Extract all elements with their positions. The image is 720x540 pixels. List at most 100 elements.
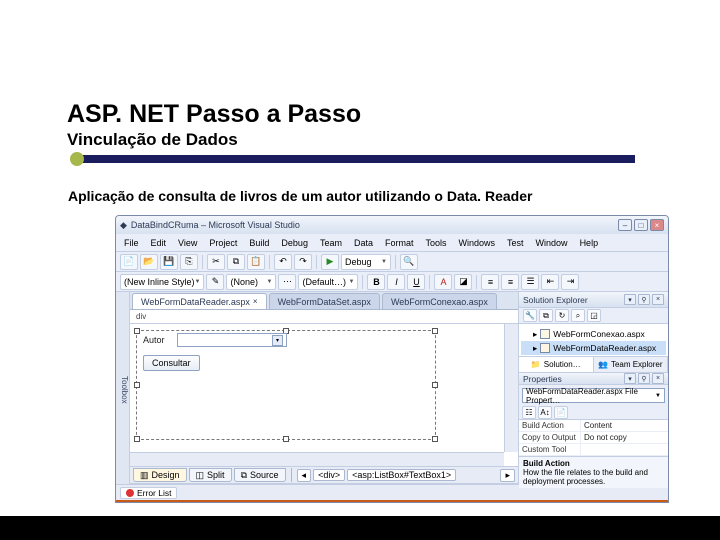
rule-options-icon[interactable]: ⋯ — [278, 274, 296, 290]
menu-windows[interactable]: Windows — [455, 237, 500, 249]
resize-handle[interactable] — [134, 328, 140, 334]
tree-node[interactable]: ▸ WebFormConexao.aspx — [521, 327, 666, 341]
view-code-icon[interactable]: ⌕ — [571, 309, 585, 322]
font-color-icon[interactable]: A — [434, 274, 452, 290]
menu-window[interactable]: Window — [532, 237, 572, 249]
menu-team[interactable]: Team — [316, 237, 346, 249]
categorized-icon[interactable]: ☷ — [522, 406, 536, 419]
pin-icon[interactable]: ⚲ — [638, 294, 650, 305]
resize-handle[interactable] — [432, 382, 438, 388]
solution-tab[interactable]: 📁 Solution… — [519, 357, 594, 372]
undo-icon[interactable]: ↶ — [274, 254, 292, 270]
menu-view[interactable]: View — [174, 237, 201, 249]
underline-icon[interactable]: U — [407, 274, 425, 290]
breadcrumb-chevron[interactable]: ◂ — [297, 469, 312, 482]
save-icon[interactable]: 💾 — [160, 254, 178, 270]
menu-data[interactable]: Data — [350, 237, 377, 249]
style-dropdown[interactable]: (New Inline Style) ▼ — [120, 274, 204, 290]
tag-path-item[interactable]: <asp:ListBox#TextBox1> — [347, 469, 456, 481]
view-tab-design[interactable]: ▥ Design — [133, 468, 187, 482]
align-left-icon[interactable]: ≡ — [481, 274, 499, 290]
expand-icon[interactable]: ▸ — [533, 343, 537, 354]
close-icon[interactable]: × — [652, 294, 664, 305]
paste-icon[interactable]: 📋 — [247, 254, 265, 270]
designer-surface[interactable]: Autor ▾ Consultar — [130, 324, 518, 466]
prop-value[interactable] — [581, 444, 668, 455]
nest-icon[interactable]: ◲ — [587, 309, 601, 322]
close-button[interactable]: × — [650, 219, 664, 231]
tab-datareader[interactable]: WebFormDataReader.aspx × — [132, 293, 267, 309]
resize-handle[interactable] — [432, 328, 438, 334]
dropdown-icon[interactable]: ▾ — [624, 294, 636, 305]
combo-autor[interactable]: ▾ — [177, 333, 287, 347]
default-dropdown[interactable]: (Default…) ▼ — [298, 274, 358, 290]
rule-dropdown[interactable]: (None) ▼ — [226, 274, 276, 290]
document-well: WebFormDataReader.aspx × WebFormDataSet.… — [130, 292, 518, 484]
window-titlebar[interactable]: ◆ DataBindCRuma – Microsoft Visual Studi… — [116, 216, 668, 234]
copy-icon[interactable]: ⧉ — [227, 254, 245, 270]
menu-debug[interactable]: Debug — [277, 237, 312, 249]
refresh-icon[interactable]: ↻ — [555, 309, 569, 322]
dropdown-icon[interactable]: ▾ — [624, 373, 636, 384]
scrollbar-vertical[interactable] — [504, 324, 518, 452]
resize-handle[interactable] — [432, 436, 438, 442]
pin-icon[interactable]: ⚲ — [638, 373, 650, 384]
new-project-icon[interactable]: 📄 — [120, 254, 138, 270]
align-center-icon[interactable]: ≡ — [501, 274, 519, 290]
maximize-button[interactable]: □ — [634, 219, 648, 231]
menu-project[interactable]: Project — [205, 237, 241, 249]
properties-page-icon[interactable]: 📄 — [554, 406, 568, 419]
team-explorer-tab[interactable]: 👥 Team Explorer — [594, 357, 669, 372]
toolbox-sidebar-tab[interactable]: Toolbox — [116, 292, 130, 484]
menu-edit[interactable]: Edit — [147, 237, 171, 249]
config-dropdown[interactable]: Debug ▼ — [341, 254, 391, 270]
close-icon[interactable]: × — [652, 373, 664, 384]
menu-tools[interactable]: Tools — [422, 237, 451, 249]
cut-icon[interactable]: ✂ — [207, 254, 225, 270]
prop-value[interactable]: Do not copy — [581, 432, 668, 443]
resize-handle[interactable] — [134, 382, 140, 388]
prop-value[interactable]: Content — [581, 420, 668, 431]
menu-help[interactable]: Help — [576, 237, 603, 249]
save-all-icon[interactable]: ⎘ — [180, 254, 198, 270]
menu-test[interactable]: Test — [503, 237, 528, 249]
scrollbar-horizontal[interactable] — [130, 452, 504, 466]
list-icon[interactable]: ☰ — [521, 274, 539, 290]
consultar-button[interactable]: Consultar — [143, 355, 200, 371]
resize-handle[interactable] — [134, 436, 140, 442]
menu-build[interactable]: Build — [245, 237, 273, 249]
breadcrumb-chevron[interactable]: ▸ — [500, 469, 515, 482]
show-all-icon[interactable]: ⧉ — [539, 309, 553, 322]
properties-header[interactable]: Properties ▾ ⚲ × — [519, 373, 668, 385]
close-icon[interactable]: × — [253, 297, 258, 306]
breadcrumb-current[interactable]: div — [136, 312, 146, 321]
tab-dataset[interactable]: WebFormDataSet.aspx — [269, 293, 380, 309]
tab-conexao[interactable]: WebFormConexao.aspx — [382, 293, 497, 309]
back-color-icon[interactable]: ◪ — [454, 274, 472, 290]
outdent-icon[interactable]: ⇤ — [541, 274, 559, 290]
properties-grid[interactable]: Build Action Content Copy to Output Do n… — [519, 420, 668, 456]
open-icon[interactable]: 📂 — [140, 254, 158, 270]
find-icon[interactable]: 🔍 — [400, 254, 418, 270]
redo-icon[interactable]: ↷ — [294, 254, 312, 270]
style-apply-icon[interactable]: ✎ — [206, 274, 224, 290]
bold-icon[interactable]: B — [367, 274, 385, 290]
solution-tree[interactable]: ▸ WebFormConexao.aspx ▸ WebFormDataReade… — [519, 324, 668, 356]
error-list-tab[interactable]: Error List — [120, 487, 177, 499]
minimize-button[interactable]: – — [618, 219, 632, 231]
properties-icon[interactable]: 🔧 — [523, 309, 537, 322]
alphabetical-icon[interactable]: A↕ — [538, 406, 552, 419]
menu-file[interactable]: File — [120, 237, 143, 249]
properties-selector[interactable]: WebFormDataReader.aspx File Propert… ▼ — [522, 388, 665, 403]
resize-handle[interactable] — [283, 436, 289, 442]
tree-node[interactable]: ▸ WebFormDataReader.aspx — [521, 341, 666, 355]
menu-format[interactable]: Format — [381, 237, 418, 249]
view-tab-source[interactable]: ⧉ Source — [234, 468, 286, 482]
expand-icon[interactable]: ▸ — [533, 329, 537, 340]
start-debug-icon[interactable]: ▶ — [321, 254, 339, 270]
view-tab-split[interactable]: ◫ Split — [189, 468, 232, 482]
indent-icon[interactable]: ⇥ — [561, 274, 579, 290]
tag-path-item[interactable]: <div> — [313, 469, 345, 481]
italic-icon[interactable]: I — [387, 274, 405, 290]
solution-explorer-header[interactable]: Solution Explorer ▾ ⚲ × — [519, 292, 668, 308]
